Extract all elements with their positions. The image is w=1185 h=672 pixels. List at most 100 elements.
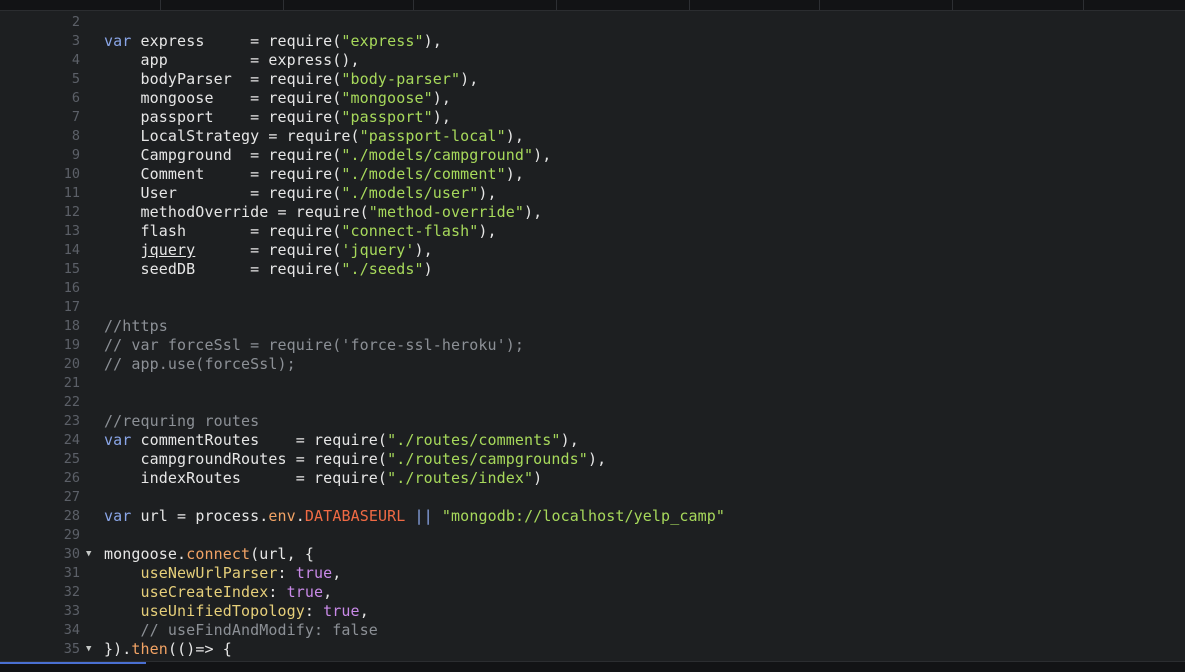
code-text: flash = require("connect-flash"), <box>104 222 497 241</box>
code-token: passport = require( <box>104 108 342 126</box>
fold-toggle-icon[interactable]: ▼ <box>86 545 91 564</box>
code-text: var express = require("express"), <box>104 32 442 51</box>
line-number: 31 <box>63 565 80 581</box>
code-line[interactable]: 11 User = require("./models/user"), <box>0 184 1185 203</box>
code-token: DATABASEURL <box>304 507 406 525</box>
code-line[interactable]: 29 <box>0 526 1185 545</box>
code-token: var <box>104 507 132 525</box>
code-token: bodyParser = require( <box>104 70 342 88</box>
code-line[interactable]: 10 Comment = require("./models/comment")… <box>0 165 1185 184</box>
editor-tab[interactable] <box>952 0 1084 10</box>
code-line[interactable]: 15 seedDB = require("./seeds") <box>0 260 1185 279</box>
code-line[interactable]: 12 methodOverride = require("method-over… <box>0 203 1185 222</box>
code-token: "mongodb://localhost/yelp_camp" <box>441 507 725 525</box>
code-token: "method-override" <box>368 203 525 221</box>
code-line[interactable]: 8 LocalStrategy = require("passport-loca… <box>0 127 1185 146</box>
code-text: Comment = require("./models/comment"), <box>104 165 524 184</box>
code-line[interactable]: 7 passport = require("passport"), <box>0 108 1185 127</box>
code-line[interactable]: 3 var express = require("express"), <box>0 32 1185 51</box>
code-token: "./seeds" <box>341 260 424 278</box>
code-line[interactable]: 31 useNewUrlParser: true, <box>0 564 1185 583</box>
code-line[interactable]: 33 useUnifiedTopology: true, <box>0 602 1185 621</box>
code-line[interactable]: 23 //requring routes <box>0 412 1185 431</box>
line-number: 14 <box>63 242 80 258</box>
code-token: ) <box>423 260 433 278</box>
code-token: "express" <box>341 32 424 50</box>
code-text: mongoose.connect(url, { <box>104 545 314 564</box>
editor-tab[interactable] <box>1083 0 1185 10</box>
code-line[interactable]: 26 indexRoutes = require("./routes/index… <box>0 469 1185 488</box>
code-token: ), <box>524 203 543 221</box>
code-line[interactable]: 14 jquery = require('jquery'), <box>0 241 1185 260</box>
code-line[interactable]: 34 // useFindAndModify: false <box>0 621 1185 640</box>
code-line[interactable]: 19 // var forceSsl = require('force-ssl-h… <box>0 336 1185 355</box>
code-text: //https <box>104 317 168 336</box>
code-text: app = express(), <box>104 51 360 70</box>
code-token: ), <box>414 241 433 259</box>
code-line[interactable]: 2 <box>0 13 1185 32</box>
code-line[interactable]: 30 ▼ mongoose.connect(url, { <box>0 545 1185 564</box>
code-token: useUnifiedTopology <box>140 602 305 620</box>
code-token: true <box>295 564 333 582</box>
editor-tab[interactable] <box>0 0 161 10</box>
editor-tab[interactable] <box>556 0 690 10</box>
code-token: , <box>332 564 342 582</box>
fold-toggle-icon[interactable]: ▼ <box>86 640 91 659</box>
code-token: (url, { <box>250 545 315 563</box>
code-text: jquery = require('jquery'), <box>104 241 433 260</box>
line-number: 10 <box>63 166 80 182</box>
code-text: //requring routes <box>104 412 259 431</box>
code-token: : <box>277 564 296 582</box>
code-token: . <box>295 507 305 525</box>
editor-tab[interactable] <box>819 0 953 10</box>
code-token: indexRoutes = require( <box>104 469 388 487</box>
line-number: 28 <box>63 508 80 524</box>
line-number: 25 <box>63 451 80 467</box>
code-token: : <box>268 583 287 601</box>
code-token: ) <box>533 469 543 487</box>
code-token: connect <box>186 545 251 563</box>
code-line[interactable]: 9 Campground = require("./models/campgro… <box>0 146 1185 165</box>
code-token: var <box>104 431 132 449</box>
code-token: , <box>323 583 333 601</box>
code-line[interactable]: 27 <box>0 488 1185 507</box>
code-token: (()=> { <box>167 640 232 658</box>
code-line[interactable]: 6 mongoose = require("mongoose"), <box>0 89 1185 108</box>
code-token: ), <box>423 32 442 50</box>
code-token: "connect-flash" <box>341 222 479 240</box>
code-line[interactable]: 17 <box>0 298 1185 317</box>
line-number: 21 <box>63 375 80 391</box>
line-number: 12 <box>63 204 80 220</box>
code-line[interactable]: 22 <box>0 393 1185 412</box>
code-line[interactable]: 25 campgroundRoutes = require("./routes/… <box>0 450 1185 469</box>
code-token: "passport" <box>341 108 433 126</box>
code-line[interactable]: 21 <box>0 374 1185 393</box>
code-token: "./models/campground" <box>341 146 534 164</box>
code-line[interactable]: 16 <box>0 279 1185 298</box>
editor-tab[interactable] <box>689 0 820 10</box>
code-line[interactable]: 24 var commentRoutes = require("./routes/… <box>0 431 1185 450</box>
line-number: 4 <box>71 52 80 68</box>
code-line[interactable]: 5 bodyParser = require("body-parser"), <box>0 70 1185 89</box>
line-number: 17 <box>63 299 80 315</box>
code-token: 'jquery' <box>341 241 415 259</box>
code-line[interactable]: 20 // app.use(forceSsl); <box>0 355 1185 374</box>
code-token: express = require( <box>131 32 342 50</box>
code-line[interactable]: 32 useCreateIndex: true, <box>0 583 1185 602</box>
code-token: = require( <box>195 241 342 259</box>
editor-tab[interactable] <box>160 0 284 10</box>
code-line[interactable]: 18 //https <box>0 317 1185 336</box>
editor-tab[interactable] <box>283 0 414 10</box>
code-line[interactable]: 4 app = express(), <box>0 51 1185 70</box>
code-text: User = require("./models/user"), <box>104 184 497 203</box>
code-token: ), <box>478 184 497 202</box>
code-line[interactable]: 35 ▼}).then(()=> { <box>0 640 1185 659</box>
code-editor[interactable]: 1// require('dotenv').config();23var exp… <box>0 0 1185 661</box>
code-line[interactable]: 13 flash = require("connect-flash"), <box>0 222 1185 241</box>
line-number: 33 <box>63 603 80 619</box>
code-line[interactable]: 28 var url = process.env.DATABASEURL || "… <box>0 507 1185 526</box>
editor-tab[interactable] <box>413 0 557 10</box>
